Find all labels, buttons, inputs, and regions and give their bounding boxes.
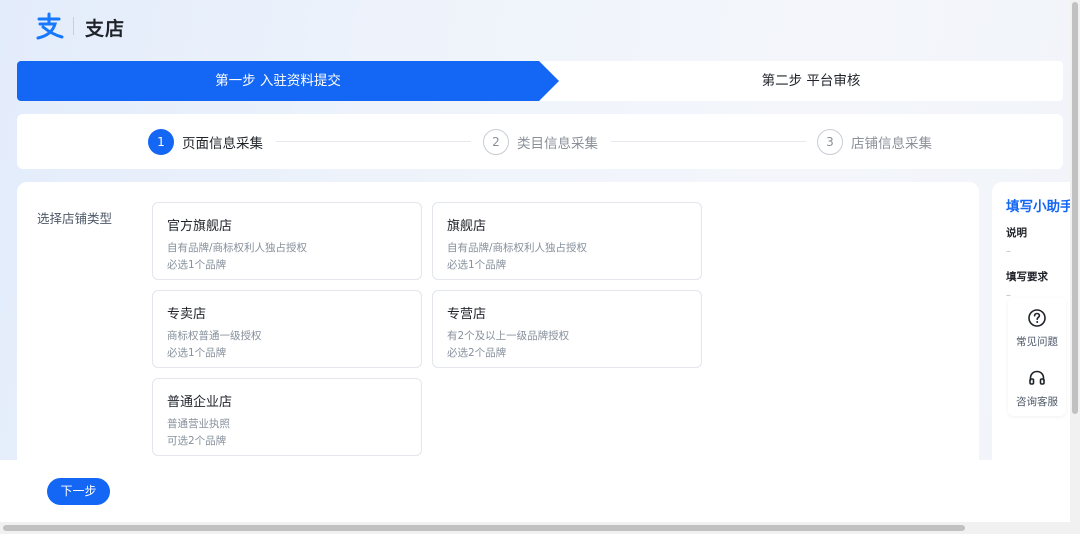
option-desc: 普通营业执照 [167,418,230,430]
option-desc: 有2个及以上一级品牌授权 [447,330,570,342]
option-limit: 必选1个品牌 [167,259,227,271]
option-desc: 自有品牌/商标权利人独占授权 [167,242,308,254]
helper-section-description: 说明 [1006,227,1027,239]
substeps-bar: 1 页面信息采集 2 类目信息采集 3 店铺信息采集 [17,114,1063,169]
substep-connector [276,141,471,142]
main-steps-bar: 第一步 入驻资料提交 第二步 平台审核 [17,61,1063,101]
substep-label: 页面信息采集 [182,136,263,152]
option-limit: 必选1个品牌 [447,259,507,271]
next-step-button[interactable]: 下一步 [47,478,110,505]
headset-icon [1029,370,1045,385]
store-type-option-franchise[interactable]: 专营店 有2个及以上一级品牌授权 必选2个品牌 [432,290,702,368]
option-desc: 商标权普通一级授权 [167,330,262,342]
option-title: 旗舰店 [447,219,487,234]
alipay-logo-icon[interactable] [34,12,64,40]
faq-label: 常见问题 [1016,336,1058,348]
option-title: 官方旗舰店 [167,219,233,234]
horizontal-scrollbar-thumb[interactable] [3,525,965,531]
substep-page-info: 1 页面信息采集 [148,128,263,156]
step-two-label: 第二步 平台审核 [761,73,861,89]
store-type-option-flagship[interactable]: 旗舰店 自有品牌/商标权利人独占授权 必选1个品牌 [432,202,702,280]
option-limit: 必选2个品牌 [447,347,507,359]
store-type-label: 选择店铺类型 [37,211,113,226]
helper-section-requirements: 填写要求 [1006,271,1048,283]
substep-category-info: 2 类目信息采集 [483,128,598,156]
option-title: 专卖店 [167,307,207,322]
substep-number: 1 [148,129,174,155]
floating-help-menu: 常见问题 咨询客服 [1008,298,1066,416]
substep-store-info: 3 店铺信息采集 [817,128,932,156]
substep-label: 类目信息采集 [517,136,598,152]
customer-service-label: 咨询客服 [1016,396,1058,408]
helper-title: 填写小助手 [1006,199,1074,215]
store-type-option-enterprise[interactable]: 普通企业店 普通营业执照 可选2个品牌 [152,378,422,456]
option-desc: 自有品牌/商标权利人独占授权 [447,242,588,254]
store-type-form: 选择店铺类型 官方旗舰店 自有品牌/商标权利人独占授权 必选1个品牌 旗舰店 自… [17,182,979,472]
logo-divider [73,17,74,35]
store-type-option-official-flagship[interactable]: 官方旗舰店 自有品牌/商标权利人独占授权 必选1个品牌 [152,202,422,280]
option-limit: 可选2个品牌 [167,435,227,447]
top-header: 支店 [0,0,1070,56]
question-circle-icon [1028,309,1046,327]
option-title: 普通企业店 [167,395,233,410]
substep-number: 3 [817,129,843,155]
horizontal-scrollbar[interactable] [0,522,1080,534]
substep-number: 2 [483,129,509,155]
customer-service-button[interactable]: 咨询客服 [1008,368,1066,409]
faq-button[interactable]: 常见问题 [1008,308,1066,349]
step-one-label: 第一步 入驻资料提交 [215,73,341,89]
option-limit: 必选1个品牌 [167,347,227,359]
option-title: 专营店 [447,307,487,322]
store-type-option-specialty[interactable]: 专卖店 商标权普通一级授权 必选1个品牌 [152,290,422,368]
helper-section-description-value: – [1006,246,1011,257]
substep-label: 店铺信息采集 [851,136,932,152]
vertical-scrollbar-thumb[interactable] [1072,2,1078,414]
footer-bar: 下一步 [0,460,1070,522]
substep-connector [611,141,806,142]
vertical-scrollbar[interactable] [1070,0,1080,522]
app-title: 支店 [85,18,126,40]
